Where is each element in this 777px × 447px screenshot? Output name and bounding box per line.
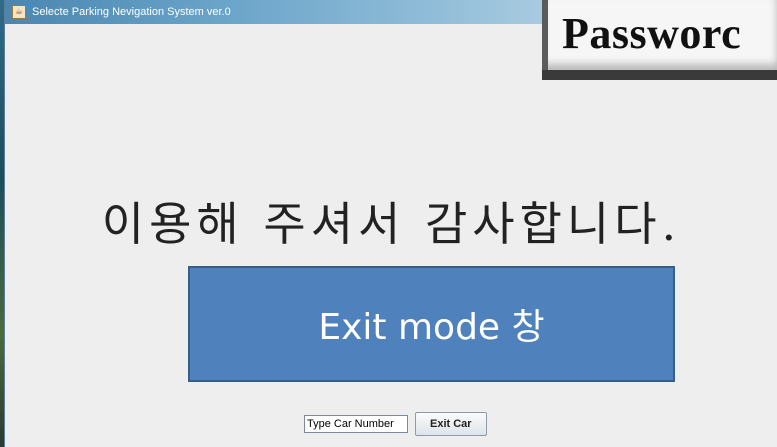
java-app-icon[interactable]: ☕ — [12, 5, 26, 19]
password-image-overlay: Passworc — [542, 0, 777, 80]
password-label: Passworc — [562, 9, 742, 58]
content-panel: 이용해 주셔서 감사합니다. Exit mode 창 Exit Car — [5, 24, 777, 447]
car-number-input[interactable] — [304, 415, 408, 433]
title-bar[interactable]: ☕ Selecte Parking Nevigation System ver.… — [5, 0, 547, 24]
exit-mode-label: Exit mode 창 — [318, 307, 545, 348]
exit-controls: Exit Car — [304, 412, 487, 436]
thanks-message: 이용해 주셔서 감사합니다. — [101, 197, 682, 251]
exit-car-button[interactable]: Exit Car — [415, 412, 487, 436]
window-title: Selecte Parking Nevigation System ver.0 — [32, 6, 231, 18]
exit-mode-box: Exit mode 창 — [188, 266, 675, 382]
